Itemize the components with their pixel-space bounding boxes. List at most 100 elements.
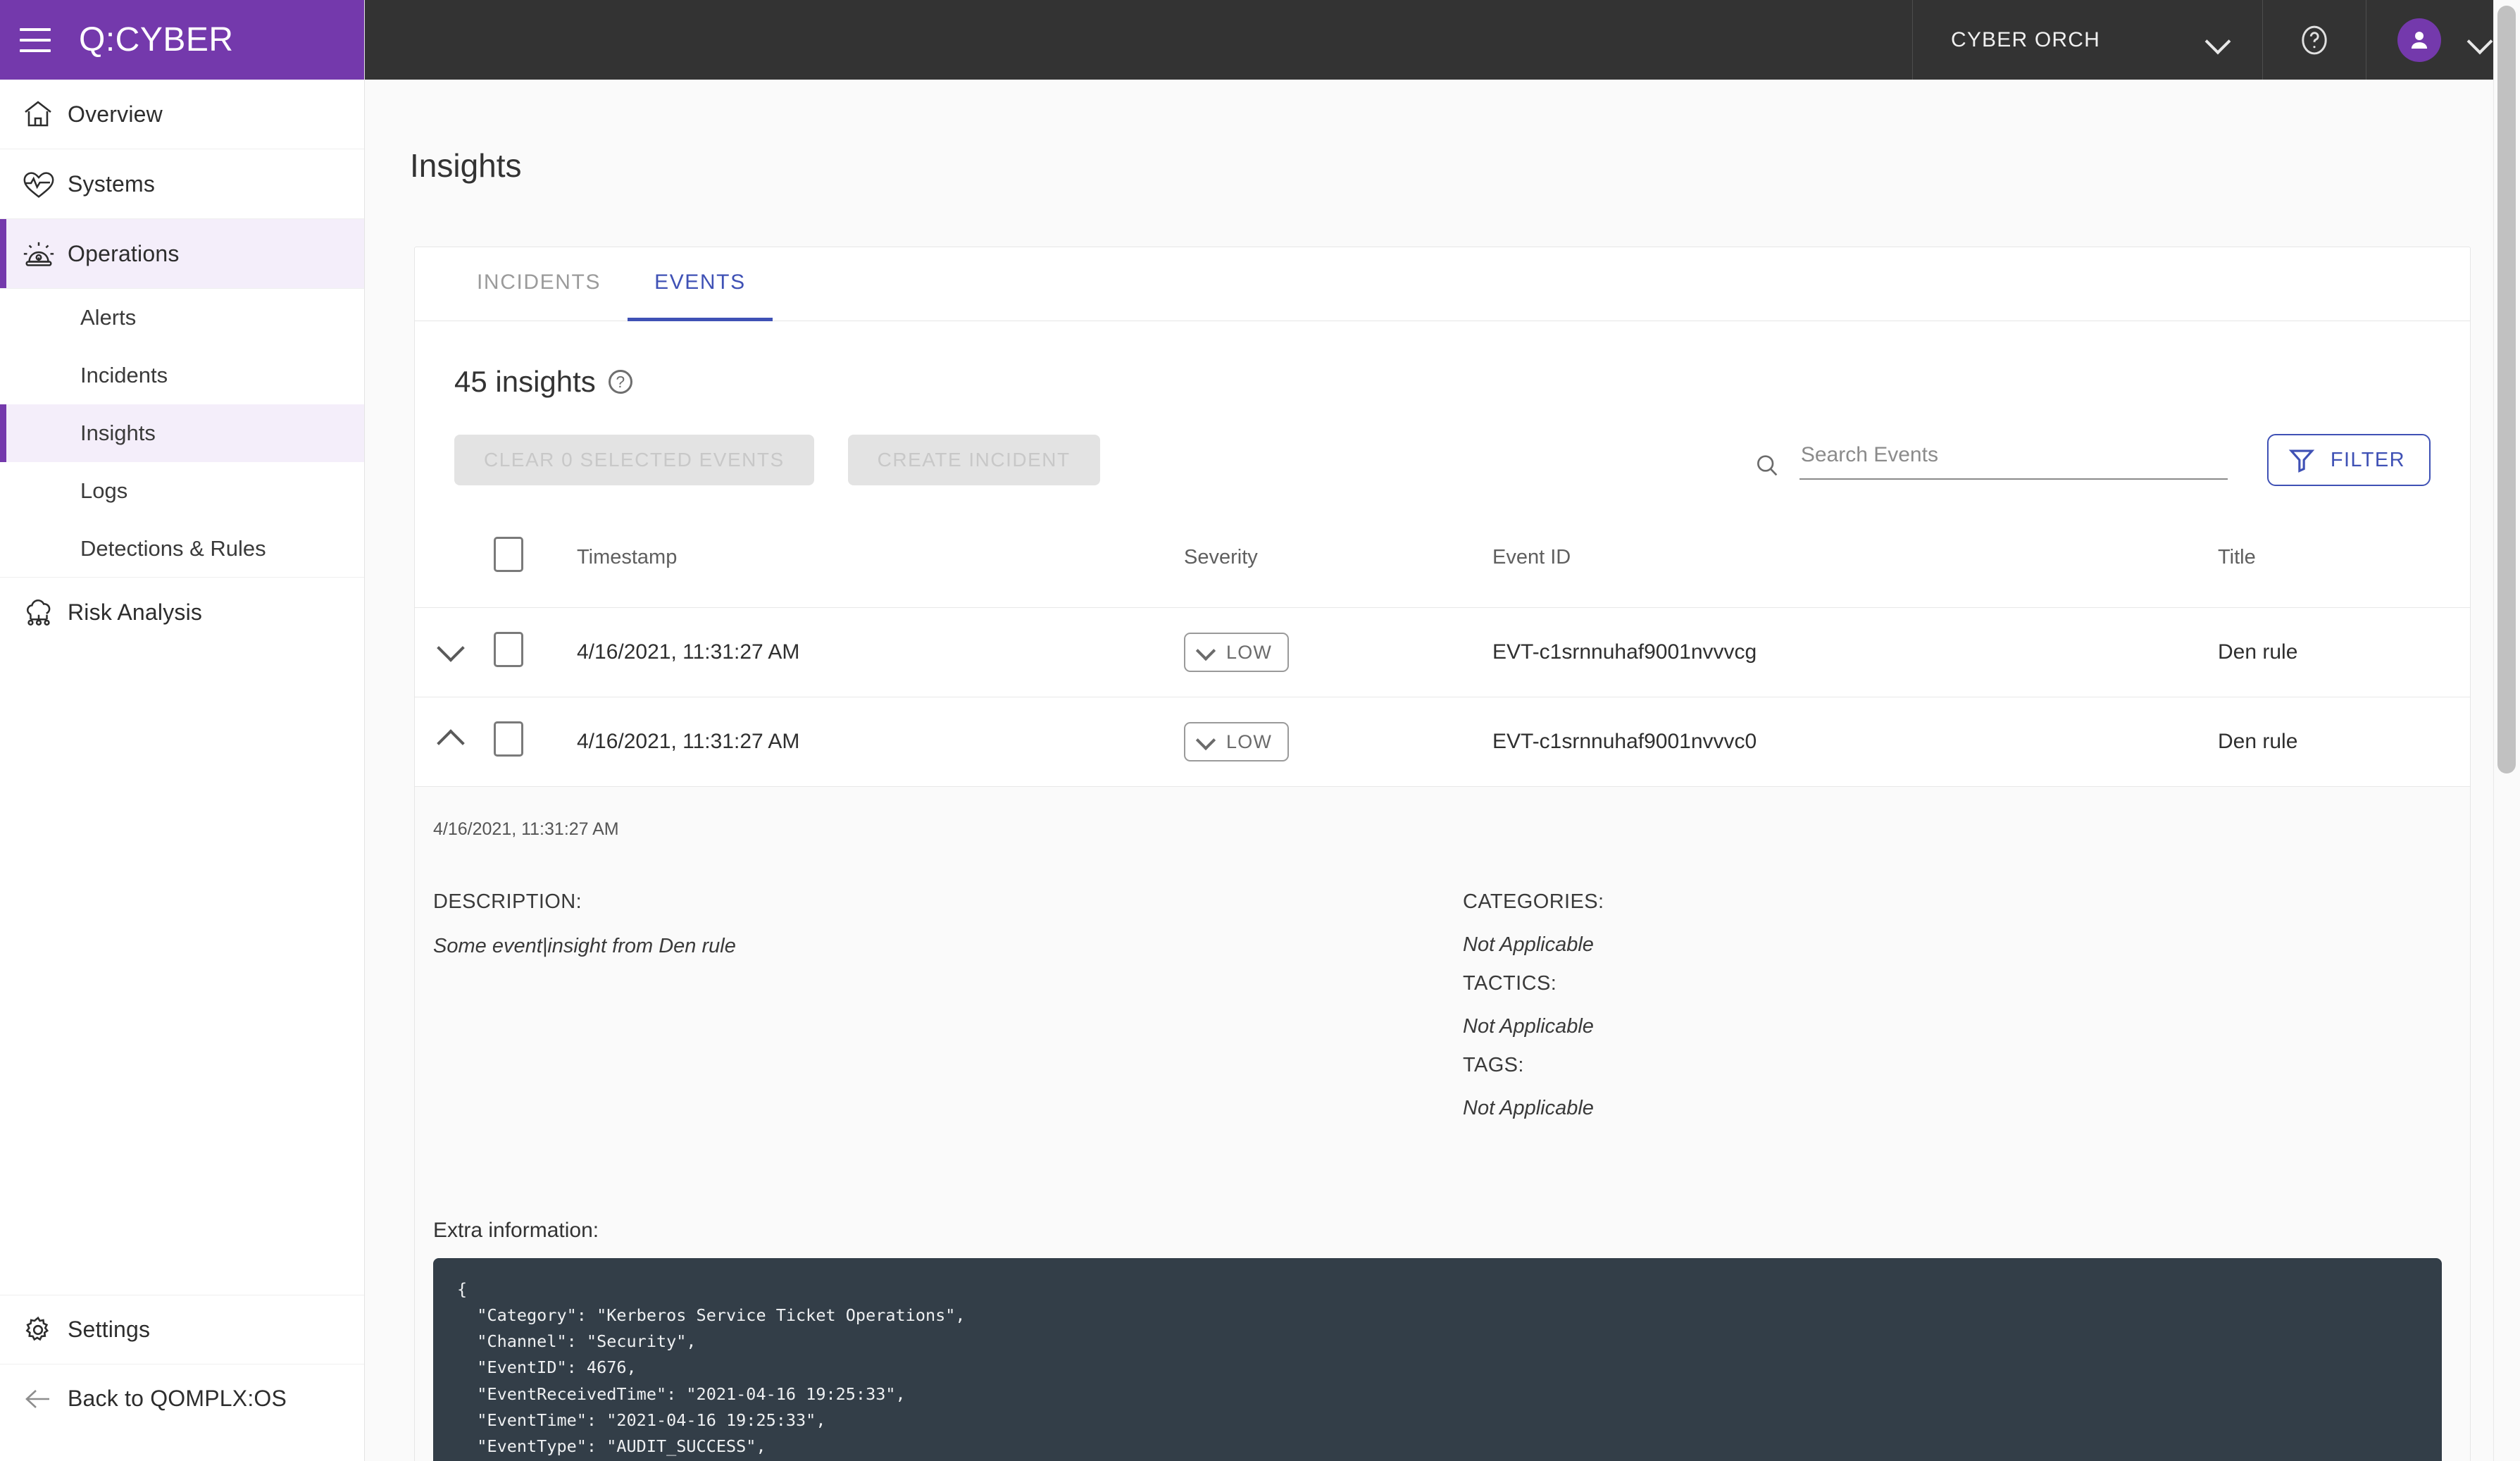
- heartbeat-icon: [21, 167, 68, 201]
- hamburger-icon[interactable]: [20, 27, 51, 52]
- sidebar-item-label: Overview: [68, 101, 163, 127]
- select-all-checkbox[interactable]: [494, 537, 523, 572]
- help-button[interactable]: [2262, 0, 2366, 80]
- cloud-network-icon: [21, 596, 68, 630]
- description-value: Some event|insight from Den rule: [433, 935, 736, 957]
- sidebar-subitem-label: Incidents: [80, 363, 168, 387]
- header-timestamp[interactable]: Timestamp: [577, 524, 1184, 608]
- expanded-detail-row: 4/16/2021, 11:31:27 AM DESCRIPTION: Some…: [415, 787, 2470, 1461]
- funnel-icon: [2288, 449, 2315, 473]
- event-detail-panel: 4/16/2021, 11:31:27 AM DESCRIPTION: Some…: [415, 787, 2470, 1461]
- main-area: CYBER ORCH Insights INCIDENTS EVENTS 45 …: [365, 0, 2520, 1461]
- brand-name: Q:CYBER: [79, 21, 234, 58]
- filter-button[interactable]: FILTER: [2266, 434, 2431, 486]
- detail-columns: DESCRIPTION: Some event|insight from Den…: [415, 840, 2470, 1136]
- tab-incidents[interactable]: INCIDENTS: [450, 247, 628, 321]
- collapse-cell: [415, 697, 494, 787]
- categories-value: Not Applicable: [1463, 933, 1594, 956]
- chevron-up-icon[interactable]: [436, 723, 467, 754]
- sidebar-subitem-label: Alerts: [80, 305, 137, 330]
- sidebar-footer-nav: Settings Back to QOMPLX:OS: [0, 1295, 364, 1461]
- row-select-cell: [494, 697, 577, 787]
- avatar: [2397, 18, 2441, 62]
- arrow-left-icon: [21, 1382, 68, 1416]
- page-scrollbar-thumb[interactable]: [2497, 6, 2516, 773]
- table-row[interactable]: 4/16/2021, 11:31:27 AM LOW EVT-c1srnnuha…: [415, 697, 2470, 787]
- org-name: CYBER ORCH: [1950, 27, 2100, 51]
- chevron-down-icon: [2468, 28, 2492, 52]
- expand-column-header: [415, 524, 494, 608]
- events-table: Timestamp Severity Event ID Title 4/16/2…: [415, 524, 2470, 1461]
- sidebar-item-risk-analysis[interactable]: Risk Analysis: [0, 578, 364, 647]
- page-title: Insights: [410, 147, 522, 184]
- page-scrollbar-track[interactable]: [2493, 0, 2520, 1461]
- app-root: Q:CYBER Overview Systems Operations Aler…: [0, 0, 2520, 1461]
- insights-card: INCIDENTS EVENTS 45 insights ? CLEAR 0 S…: [414, 247, 2471, 1461]
- insights-count: 45 insights: [454, 365, 596, 398]
- sidebar-subitem-label: Detections & Rules: [80, 535, 266, 561]
- header-title[interactable]: Title: [2218, 524, 2470, 608]
- sidebar-item-insights[interactable]: Insights: [0, 404, 364, 462]
- extra-information-label: Extra information:: [433, 1219, 599, 1242]
- sidebar-item-back-to-qomplx-os[interactable]: Back to QOMPLX:OS: [0, 1364, 364, 1433]
- siren-icon: [21, 237, 68, 271]
- org-selector[interactable]: CYBER ORCH: [1911, 0, 2262, 80]
- header-severity[interactable]: Severity: [1184, 524, 1492, 608]
- sidebar: Q:CYBER Overview Systems Operations Aler…: [0, 0, 365, 1461]
- clear-selected-events-button[interactable]: CLEAR 0 SELECTED EVENTS: [454, 435, 814, 485]
- home-icon: [21, 97, 68, 131]
- sidebar-item-overview[interactable]: Overview: [0, 80, 364, 149]
- sidebar-item-operations[interactable]: Operations: [0, 219, 364, 289]
- severity-badge[interactable]: LOW: [1184, 633, 1290, 672]
- severity-badge[interactable]: LOW: [1184, 722, 1290, 761]
- page-content: Insights INCIDENTS EVENTS 45 insights ? …: [365, 80, 2520, 1461]
- search-input[interactable]: [1799, 440, 2228, 480]
- tab-events[interactable]: EVENTS: [628, 247, 773, 321]
- cell-severity: LOW: [1184, 697, 1492, 787]
- sidebar-item-label: Systems: [68, 170, 156, 197]
- create-incident-button[interactable]: CREATE INCIDENT: [847, 435, 1100, 485]
- sidebar-item-alerts[interactable]: Alerts: [0, 289, 364, 347]
- tags-value: Not Applicable: [1463, 1097, 1594, 1119]
- sidebar-item-label: Back to QOMPLX:OS: [68, 1386, 287, 1411]
- tactics-label: TACTICS:: [1463, 972, 1557, 995]
- brand-header: Q:CYBER: [0, 0, 364, 80]
- row-checkbox[interactable]: [494, 632, 523, 667]
- sidebar-subitem-label: Insights: [80, 421, 156, 445]
- row-select-cell: [494, 607, 577, 697]
- sidebar-item-label: Settings: [68, 1317, 151, 1342]
- sidebar-item-label: Risk Analysis: [68, 599, 203, 625]
- tab-bar: INCIDENTS EVENTS: [415, 247, 2470, 321]
- severity-label: LOW: [1226, 641, 1273, 663]
- table-toolbar: CLEAR 0 SELECTED EVENTS CREATE INCIDENT: [415, 399, 2470, 486]
- gear-icon: [21, 1313, 68, 1347]
- help-circle-icon[interactable]: ?: [608, 370, 632, 394]
- expand-cell: [415, 607, 494, 697]
- detail-meta-block: CATEGORIES: Not Applicable TACTICS: Not …: [1450, 890, 2470, 1136]
- filter-label: FILTER: [2330, 448, 2405, 471]
- cell-timestamp: 4/16/2021, 11:31:27 AM: [577, 697, 1184, 787]
- cell-title: Den rule: [2218, 697, 2470, 787]
- chevron-down-icon[interactable]: [436, 634, 467, 665]
- tactics-value: Not Applicable: [1463, 1015, 1594, 1038]
- sidebar-item-detections-rules[interactable]: Detections & Rules: [0, 520, 364, 578]
- sidebar-item-systems[interactable]: Systems: [0, 149, 364, 219]
- sidebar-item-logs[interactable]: Logs: [0, 462, 364, 520]
- table-row[interactable]: 4/16/2021, 11:31:27 AM LOW EVT-c1srnnuha…: [415, 607, 2470, 697]
- question-circle-icon: [2302, 25, 2327, 54]
- sidebar-item-incidents[interactable]: Incidents: [0, 347, 364, 404]
- detail-description-block: DESCRIPTION: Some event|insight from Den…: [415, 890, 1450, 1136]
- select-all-column-header: [494, 524, 577, 608]
- cell-title: Den rule: [2218, 607, 2470, 697]
- header-event-id[interactable]: Event ID: [1492, 524, 2218, 608]
- search-icon: [1757, 455, 1778, 476]
- tags-label: TAGS:: [1463, 1054, 1524, 1076]
- user-avatar-icon: [2411, 31, 2428, 49]
- sidebar-item-settings[interactable]: Settings: [0, 1295, 364, 1364]
- description-label: DESCRIPTION:: [433, 890, 582, 913]
- row-checkbox[interactable]: [494, 721, 523, 757]
- table-header-row: Timestamp Severity Event ID Title: [415, 524, 2470, 608]
- sidebar-nav: Overview Systems Operations Alerts Incid…: [0, 80, 364, 1295]
- cell-severity: LOW: [1184, 607, 1492, 697]
- categories-label: CATEGORIES:: [1463, 890, 1604, 913]
